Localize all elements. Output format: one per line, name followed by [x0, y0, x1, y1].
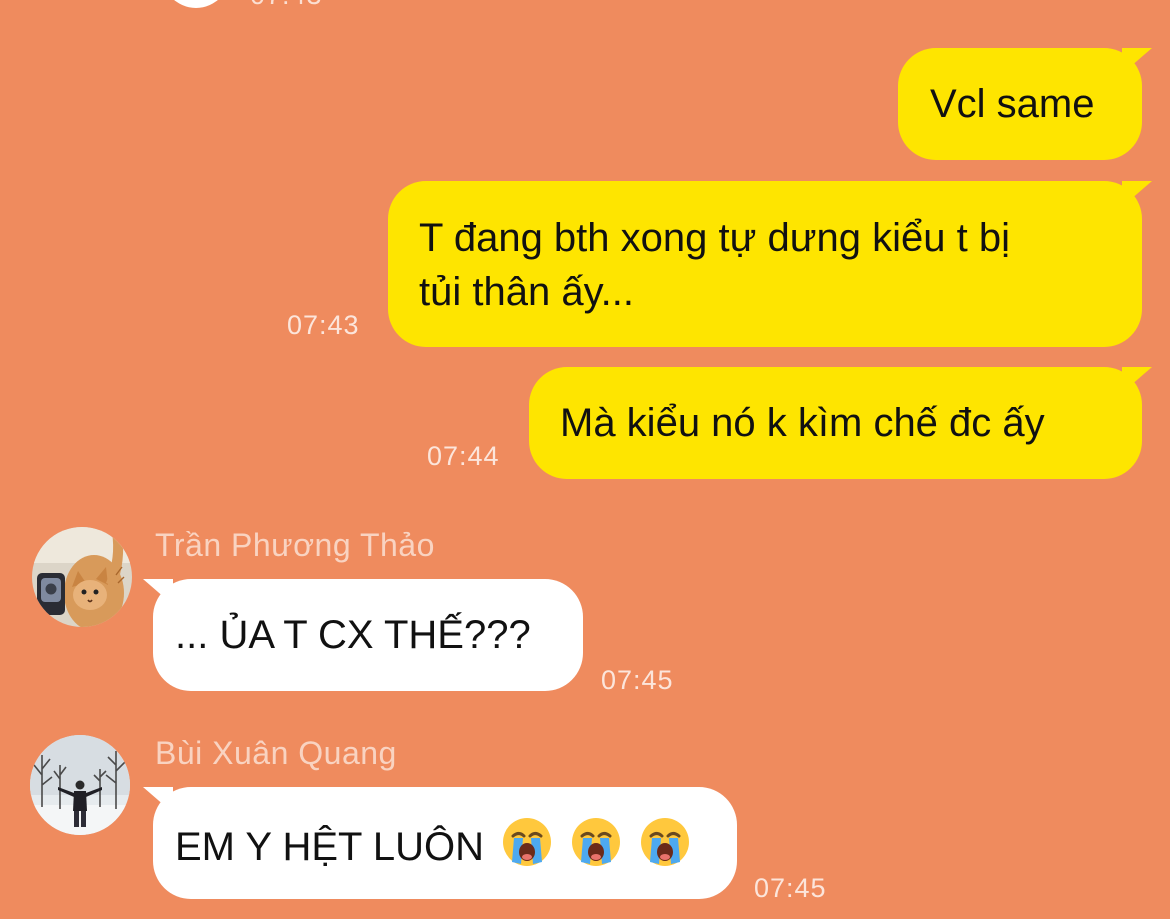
sender-name: Trần Phương Thảo: [155, 527, 435, 563]
outgoing-message-bubble[interactable]: Vcl same: [898, 48, 1152, 160]
bubble-tail: [1122, 367, 1152, 393]
loudly-crying-face-icon: [570, 816, 622, 868]
bubble-tail: [143, 787, 173, 813]
message-text-line: tủi thân ấy...: [419, 270, 634, 314]
loudly-crying-face-icon: [501, 816, 553, 868]
message-timestamp: 07:45: [601, 665, 674, 695]
avatar-person[interactable]: [30, 735, 130, 835]
avatar[interactable]: [160, 0, 232, 8]
message-text: EM Y HỆT LUÔN: [175, 825, 484, 869]
chat-thread: 07:43 Vcl same T đang bth xong tự dưng k…: [0, 0, 1170, 919]
message-timestamp: 07:44: [427, 441, 500, 471]
message-text: Vcl same: [930, 82, 1095, 126]
bubble-tail: [1122, 48, 1152, 74]
outgoing-message-bubble[interactable]: Mà kiểu nó k kìm chế đc ấy: [529, 367, 1152, 479]
cat-photo-icon: [32, 527, 132, 627]
message-text: ... ỦA T CX THẾ???: [175, 613, 531, 657]
message-text: Mà kiểu nó k kìm chế đc ấy: [560, 401, 1045, 445]
outgoing-message-bubble[interactable]: T đang bth xong tự dưng kiểu t bị tủi th…: [388, 181, 1152, 347]
bubble-tail: [143, 579, 173, 605]
loudly-crying-face-icon: [639, 816, 691, 868]
message-timestamp: 07:43: [250, 0, 323, 11]
incoming-message-bubble[interactable]: ... ỦA T CX THẾ???: [143, 579, 583, 691]
message-timestamp: 07:45: [754, 873, 827, 903]
person-in-snow-photo-icon: [30, 735, 130, 835]
message-timestamp: 07:43: [287, 310, 360, 340]
avatar-cat[interactable]: [32, 527, 132, 627]
message-text-line: T đang bth xong tự dưng kiểu t bị: [419, 216, 1010, 260]
bubble-tail: [1122, 181, 1152, 207]
sender-name: Bùi Xuân Quang: [155, 735, 397, 771]
incoming-message-bubble[interactable]: EM Y HỆT LUÔN: [143, 787, 737, 899]
